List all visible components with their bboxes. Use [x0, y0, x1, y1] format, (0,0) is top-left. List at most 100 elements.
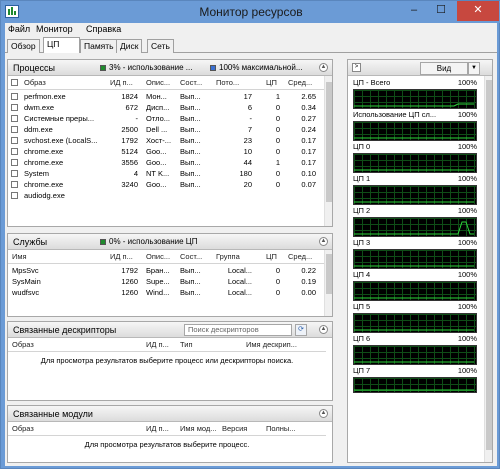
- graphs-scrollbar[interactable]: [484, 76, 492, 462]
- cpu-graph-line: [354, 137, 474, 139]
- table-row[interactable]: System 4 NT K... Вып... 180 0 0.10: [8, 168, 326, 179]
- row-checkbox[interactable]: [11, 192, 18, 199]
- row-checkbox[interactable]: [11, 126, 18, 133]
- view-button[interactable]: Вид: [420, 62, 468, 75]
- table-cell: Вып...: [180, 103, 201, 112]
- table-row[interactable]: chrome.exe 3240 Goo... Вып... 20 0 0.07: [8, 179, 326, 190]
- row-checkbox[interactable]: [11, 159, 18, 166]
- col-full-path[interactable]: Полны...: [266, 424, 296, 433]
- table-row[interactable]: chrome.exe 5124 Goo... Вып... 10 0 0.17: [8, 146, 326, 157]
- col-type[interactable]: Тип: [180, 340, 210, 349]
- graph-scale: 100%: [457, 174, 477, 183]
- table-row[interactable]: perfmon.exe 1824 Мон... Вып... 17 1 2.65: [8, 91, 326, 102]
- table-cell: Local...: [227, 288, 252, 297]
- col-cpu[interactable]: ЦП: [266, 78, 280, 87]
- services-table-header: Имя ИД п... Опис... Сост... Группа ЦП Ср…: [8, 250, 326, 264]
- col-average-cpu[interactable]: Сред...: [288, 252, 318, 261]
- tab-cpu[interactable]: ЦП: [43, 37, 80, 53]
- processes-scrollbar[interactable]: [324, 76, 332, 226]
- table-cell: 17: [243, 92, 252, 101]
- menu-file[interactable]: Файл: [8, 24, 30, 34]
- table-row[interactable]: dwm.exe 672 Дисп... Вып... 6 0 0.34: [8, 102, 326, 113]
- col-image[interactable]: Образ: [12, 340, 92, 349]
- table-cell: Вып...: [180, 288, 201, 297]
- col-description[interactable]: Опис...: [146, 252, 174, 261]
- table-cell: 1824: [121, 92, 138, 101]
- col-pid[interactable]: ИД п...: [146, 340, 174, 349]
- cpu-graph-line: [354, 361, 474, 363]
- select-all-checkbox[interactable]: [11, 79, 18, 86]
- table-cell: Дисп...: [146, 103, 170, 112]
- row-checkbox[interactable]: [11, 137, 18, 144]
- collapse-icon[interactable]: ▲: [319, 237, 328, 246]
- table-row[interactable]: wudfsvc 1260 Wind... Вып... Local... 0 0.00: [8, 287, 326, 298]
- refresh-icon[interactable]: ⟳: [295, 324, 307, 336]
- menu-bar: Файл Монитор Справка: [5, 23, 497, 37]
- table-cell: Goo...: [146, 147, 167, 156]
- expand-icon[interactable]: >: [352, 63, 361, 72]
- table-cell: chrome.exe: [24, 147, 64, 156]
- row-checkbox[interactable]: [11, 93, 18, 100]
- handles-search-input[interactable]: Поиск дескрипторов: [184, 324, 292, 336]
- table-cell: 0.34: [301, 103, 316, 112]
- row-checkbox[interactable]: [11, 148, 18, 155]
- col-image[interactable]: Образ: [12, 424, 92, 433]
- table-row[interactable]: audiodg.exe: [8, 190, 326, 201]
- table-row[interactable]: MpsSvc 1792 Бран... Вып... Local... 0 0.22: [8, 265, 326, 276]
- row-checkbox[interactable]: [11, 115, 18, 122]
- cpu-graph: [353, 313, 477, 333]
- table-row[interactable]: SysMain 1260 Supe... Вып... Local... 0 0.19: [8, 276, 326, 287]
- services-header[interactable]: Службы 0% - использование ЦП ▲: [8, 234, 332, 250]
- col-status[interactable]: Сост...: [180, 252, 208, 261]
- col-pid[interactable]: ИД п...: [110, 252, 138, 261]
- col-group[interactable]: Группа: [216, 252, 256, 261]
- col-version[interactable]: Версия: [222, 424, 252, 433]
- tab-memory[interactable]: Память: [80, 39, 118, 53]
- col-name[interactable]: Имя: [12, 252, 92, 261]
- table-cell: Вып...: [180, 169, 201, 178]
- table-cell: 0.27: [301, 114, 316, 123]
- processes-usage-text: 3% - использование ...: [109, 63, 193, 72]
- collapse-icon[interactable]: ▲: [319, 63, 328, 72]
- table-cell: 0: [275, 288, 280, 297]
- row-checkbox[interactable]: [11, 170, 18, 177]
- title-bar[interactable]: Монитор ресурсов – ☐ ✕: [1, 1, 500, 23]
- row-checkbox[interactable]: [11, 104, 18, 111]
- table-row[interactable]: chrome.exe 3556 Goo... Вып... 44 1 0.17: [8, 157, 326, 168]
- col-module-name[interactable]: Имя мод...: [180, 424, 216, 433]
- minimize-button[interactable]: –: [401, 1, 427, 21]
- chevron-down-icon[interactable]: ▼: [468, 62, 480, 75]
- graph-name: ЦП 0: [353, 142, 371, 151]
- table-row[interactable]: ddm.exe 2500 Dell ... Вып... 7 0 0.24: [8, 124, 326, 135]
- processes-header[interactable]: Процессы 3% - использование ... 100% мак…: [8, 60, 332, 76]
- col-cpu[interactable]: ЦП: [266, 252, 280, 261]
- table-cell: 0.19: [301, 277, 316, 286]
- col-pid[interactable]: ИД п...: [110, 78, 138, 87]
- processes-table-header: Образ ИД п... Опис... Сост... Пото... ЦП…: [8, 76, 326, 90]
- col-status[interactable]: Сост...: [180, 78, 208, 87]
- services-usage-text: 0% - использование ЦП: [109, 237, 198, 246]
- col-image[interactable]: Образ: [24, 78, 104, 87]
- col-average-cpu[interactable]: Сред...: [288, 78, 318, 87]
- handles-header[interactable]: Связанные дескрипторы Поиск дескрипторов…: [8, 322, 332, 338]
- modules-header[interactable]: Связанные модули ▲: [8, 406, 332, 422]
- col-pid[interactable]: ИД п...: [146, 424, 174, 433]
- services-scrollbar[interactable]: [324, 250, 332, 316]
- table-row[interactable]: svchost.exe (LocalS... 1792 Хост-... Вып...…: [8, 135, 326, 146]
- maximize-button[interactable]: ☐: [428, 1, 454, 21]
- graph-scale: 100%: [457, 110, 477, 119]
- table-row[interactable]: Системные преры... - Отло... Вып... -0 0.27: [8, 113, 326, 124]
- col-description[interactable]: Опис...: [146, 78, 174, 87]
- row-checkbox[interactable]: [11, 181, 18, 188]
- menu-help[interactable]: Справка: [86, 24, 121, 34]
- col-handle-name[interactable]: Имя дескрип...: [246, 340, 306, 349]
- close-button[interactable]: ✕: [457, 1, 499, 21]
- services-title: Службы: [13, 237, 48, 247]
- col-threads[interactable]: Пото...: [216, 78, 246, 87]
- tab-network[interactable]: Сеть: [147, 39, 174, 53]
- tab-disk[interactable]: Диск: [116, 39, 143, 53]
- menu-monitor[interactable]: Монитор: [36, 24, 73, 34]
- collapse-icon[interactable]: ▲: [319, 409, 328, 418]
- collapse-icon[interactable]: ▲: [319, 325, 328, 334]
- tab-overview[interactable]: Обзор: [7, 39, 40, 53]
